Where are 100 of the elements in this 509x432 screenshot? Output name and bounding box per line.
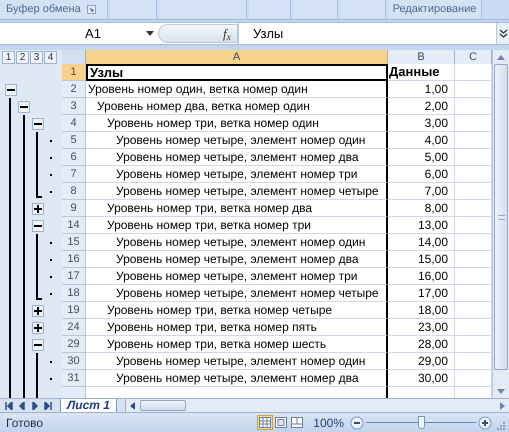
row-header[interactable]: 15 (62, 234, 86, 251)
table-cell-text: 23,00 (418, 319, 448, 336)
zoom-in-button[interactable] (478, 416, 492, 430)
table-cell-text: Уровень номер четыре, элемент номер один (116, 234, 366, 251)
row-header[interactable]: 1 (62, 64, 86, 81)
table-cell-text: 6,00 (424, 166, 448, 183)
vertical-scrollbar[interactable] (492, 50, 509, 398)
zoom-slider[interactable] (366, 416, 476, 430)
expand-button[interactable] (32, 322, 44, 334)
table-cell-text: 30,00 (418, 370, 448, 387)
page-break-preview-button[interactable] (289, 415, 306, 430)
zoom-out-button[interactable] (350, 416, 364, 430)
table-cell-text: 7,00 (424, 183, 448, 200)
row-header[interactable]: 30 (62, 353, 86, 370)
outline-level-button[interactable]: 3 (30, 50, 43, 64)
table-cell-text: 29,00 (418, 353, 448, 370)
page-layout-button[interactable] (273, 415, 290, 430)
table-cell-text: 2,00 (424, 98, 448, 115)
expand-button[interactable] (32, 304, 44, 316)
outline-level-button[interactable]: 2 (16, 50, 29, 64)
row-header[interactable]: 2 (62, 81, 86, 98)
normal-view-button[interactable] (257, 415, 274, 430)
scrollbar-thumb[interactable] (140, 400, 186, 411)
table-cell-text: Уровень номер четыре, элемент номер три (116, 268, 358, 285)
table-cell-text: 18,00 (418, 302, 448, 319)
table-cell-text: Уровень номер три, ветка номер пять (107, 319, 317, 336)
row-header[interactable]: 14 (62, 217, 86, 234)
previous-sheet-icon[interactable] (18, 402, 26, 410)
table-cell-text: Уровень номер три, ветка номер четыре (107, 302, 332, 319)
table-cell-text: Уровень номер один, ветка номер один (88, 81, 308, 98)
table-cell-text: Уровень номер три, ветка номер шесть (107, 336, 326, 353)
row-header[interactable]: 16 (62, 251, 86, 268)
scroll-left-arrow-icon[interactable] (130, 402, 136, 410)
table-cell-text: Уровень номер четыре, элемент номер один (116, 132, 366, 149)
slider-thumb[interactable] (418, 416, 425, 428)
table-cell-text: Узлы (90, 64, 124, 82)
scroll-up-arrow-icon[interactable] (497, 54, 505, 60)
column-header[interactable]: C (455, 50, 492, 64)
table-cell-text: 14,00 (418, 234, 448, 251)
group-label: Редактирование (392, 2, 476, 18)
row-header[interactable]: 19 (62, 302, 86, 319)
table-cell-text: 8,00 (424, 200, 448, 217)
status-text: Готово (6, 414, 44, 432)
row-header[interactable]: 5 (62, 132, 86, 149)
plus-icon (34, 204, 42, 212)
row-header[interactable]: 17 (62, 268, 86, 285)
next-sheet-icon[interactable] (31, 402, 39, 410)
dialog-launcher-icon[interactable] (86, 5, 96, 14)
name-box[interactable]: A1 (0, 23, 158, 44)
row-header[interactable]: 6 (62, 149, 86, 166)
table-cell-text: Уровень номер четыре, элемент номер четыре (116, 285, 379, 302)
last-sheet-icon[interactable] (44, 402, 52, 410)
collapse-button[interactable] (32, 118, 44, 130)
table-cell-text: 15,00 (418, 251, 448, 268)
table-cell-text: Уровень номер четыре, элемент номер два (116, 251, 359, 268)
table-cell-text: 17,00 (418, 285, 448, 302)
expand-formula-bar-icon[interactable] (496, 23, 509, 44)
plus-icon (34, 324, 42, 332)
row-header[interactable]: 29 (62, 336, 86, 353)
scroll-right-arrow-icon[interactable] (500, 402, 504, 410)
collapse-button[interactable] (4, 84, 17, 96)
table-cell-text: 13,00 (418, 217, 448, 234)
row-header[interactable]: 18 (62, 285, 86, 302)
collapse-button[interactable] (18, 100, 30, 112)
first-sheet-icon[interactable] (5, 402, 13, 410)
column-header[interactable]: B (388, 50, 455, 64)
table-cell-text: 1,00 (424, 81, 448, 98)
table-cell-text: 3,00 (424, 115, 448, 132)
expand-button[interactable] (32, 202, 44, 214)
row-header[interactable]: 7 (62, 166, 86, 183)
row-header[interactable]: 24 (62, 319, 86, 336)
dropdown-arrow-icon[interactable] (146, 31, 154, 36)
row-header[interactable]: 8 (62, 183, 86, 200)
table-cell-text: Уровень номер четыре, элемент номер два (116, 149, 359, 166)
table-cell-text: Уровень номер три, ветка номер два (107, 200, 312, 217)
insert-function-button[interactable]: f$_{x}$ (158, 24, 238, 43)
plus-icon (34, 306, 42, 314)
table-cell-text: Уровень номер четыре, элемент номер четыре (116, 183, 379, 200)
row-header[interactable]: 4 (62, 115, 86, 132)
table-cell-text: 5,00 (424, 149, 448, 166)
collapse-button[interactable] (32, 220, 44, 232)
table-cell-text: 28,00 (418, 336, 448, 353)
collapse-button[interactable] (32, 338, 44, 350)
table-cell-text: 16,00 (418, 268, 448, 285)
table-cell-text: Уровень номер четыре, элемент номер три (116, 166, 358, 183)
table-cell-text: Уровень номер два, ветка номер один (97, 98, 310, 115)
resize-grip-icon[interactable] (496, 421, 505, 430)
table-cell-text: 4,00 (424, 132, 448, 149)
sheet-tab[interactable]: Лист 1 (60, 398, 117, 412)
outline-level-button[interactable]: 4 (44, 50, 57, 64)
table-cell-text: Уровень номер три, ветка номер один (107, 115, 319, 132)
row-header[interactable]: 31 (62, 370, 86, 387)
horizontal-scrollbar[interactable] (124, 399, 509, 412)
outline-level-button[interactable]: 1 (2, 50, 15, 64)
scrollbar-thumb[interactable] (494, 64, 508, 370)
row-header[interactable]: 9 (62, 200, 86, 217)
column-header[interactable]: A (86, 50, 388, 64)
scroll-down-arrow-icon[interactable] (497, 389, 505, 394)
zoom-level[interactable]: 100% (313, 414, 344, 432)
row-header[interactable]: 3 (62, 98, 86, 115)
